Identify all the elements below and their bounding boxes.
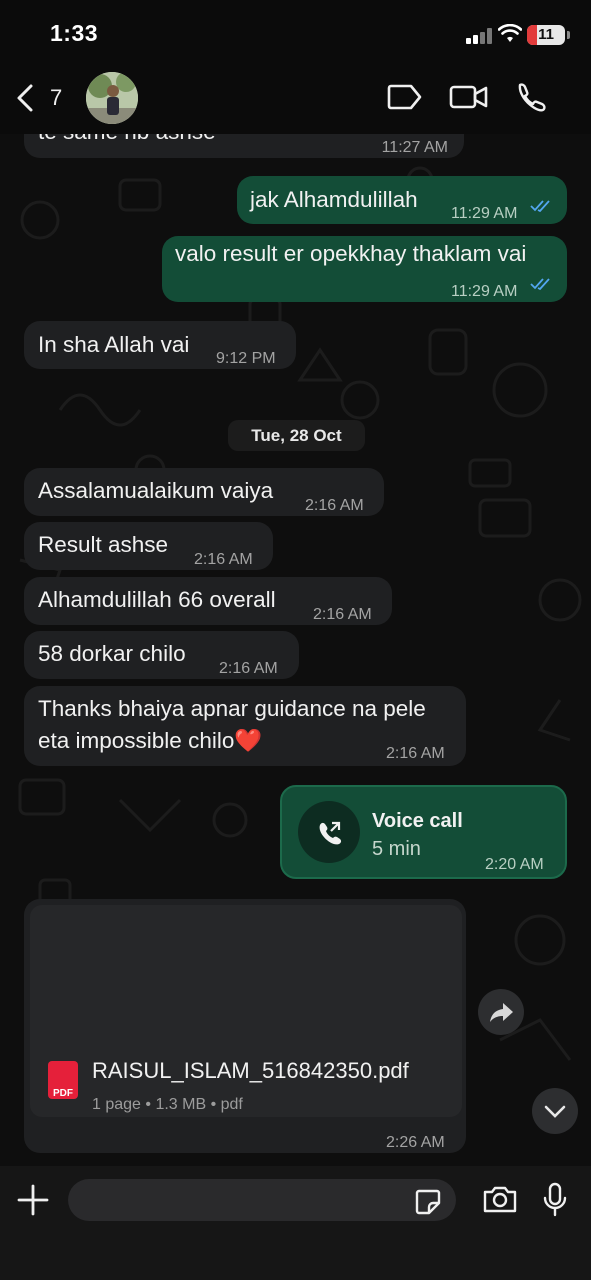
wifi-icon [498,24,522,42]
plus-icon[interactable] [16,1183,50,1217]
message-time: 2:16 AM [305,497,364,514]
back-chevron-icon [17,84,33,112]
mic-icon[interactable] [542,1182,568,1218]
message-text: Alhamdulillah 66 overall [38,587,276,612]
battery-cap [567,31,570,39]
sticker-icon[interactable] [414,1188,442,1216]
message-text-line: eta impossible chilo❤️ [38,728,263,753]
message-time: 11:27 AM [381,139,448,156]
message-bubble[interactable]: jak Alhamdulillah 11:29 AM [237,176,567,224]
battery-icon: 11 [527,25,565,45]
voice-call-bubble[interactable]: Voice call 5 min 2:20 AM [280,785,567,879]
heart-emoji: ❤️ [234,728,263,753]
read-ticks-icon [530,278,550,290]
message-bubble[interactable]: Alhamdulillah 66 overall 2:16 AM [24,577,392,625]
message-time: 11:29 AM [451,283,518,300]
camera-icon[interactable] [482,1184,518,1214]
message-time: 2:20 AM [485,856,544,873]
message-input[interactable] [68,1179,456,1221]
status-bar: 1:33 11 [0,0,591,62]
battery-percent: 11 [538,26,554,43]
composer-bar [0,1166,591,1280]
read-ticks-icon [530,200,550,212]
document-meta: 1 page • 1.3 MB • pdf [92,1096,243,1113]
message-text: Assalamualaikum vaiya [38,478,274,503]
message-time: 9:12 PM [216,350,276,367]
message-bubble[interactable]: In sha Allah vai 9:12 PM [24,321,296,369]
scroll-down-button[interactable] [532,1088,578,1134]
forward-button[interactable] [478,989,524,1035]
message-time: 2:26 AM [386,1134,445,1151]
signal-icon [466,28,492,44]
video-call-icon[interactable] [449,82,489,112]
message-time: 11:29 AM [451,205,518,222]
document-bubble[interactable]: PDF RAISUL_ISLAM_516842350.pdf 1 page • … [24,899,466,1153]
message-time: 2:16 AM [219,660,278,677]
forward-icon [490,1003,513,1022]
back-button[interactable]: 7 [14,78,74,118]
message-bubble[interactable]: Result ashse 2:16 AM [24,522,273,570]
call-duration: 5 min [372,838,421,860]
phone-icon[interactable] [514,81,546,113]
avatar[interactable] [86,72,138,124]
chat-header: 7 [0,62,591,134]
message-text: 58 dorkar chilo [38,641,186,666]
message-text: Result ashse [38,532,169,557]
chevron-down-icon [544,1105,566,1118]
document-filename: RAISUL_ISLAM_516842350.pdf [92,1058,409,1083]
message-bubble[interactable]: Thanks bhaiya apnar guidance na pele eta… [24,686,466,766]
status-time: 1:33 [50,20,99,46]
call-out-icon [319,821,342,845]
unread-count: 7 [50,85,63,110]
document-preview[interactable]: PDF RAISUL_ISLAM_516842350.pdf 1 page • … [30,905,462,1117]
date-separator: Tue, 28 Oct [228,420,365,451]
message-bubble[interactable]: 58 dorkar chilo 2:16 AM [24,631,299,679]
message-time: 2:16 AM [386,745,445,762]
message-text-line: Thanks bhaiya apnar guidance na pele [38,696,426,721]
pdf-icon: PDF [48,1061,78,1099]
message-text: jak Alhamdulillah [250,187,418,212]
message-bubble[interactable]: valo result er opekkhay thaklam vai 11:2… [162,236,567,302]
message-time: 2:16 AM [194,551,253,568]
message-text: In sha Allah vai [38,332,190,357]
message-text: valo result er opekkhay thaklam vai [175,241,527,266]
label-tag-icon[interactable] [387,82,423,112]
call-icon-circle [298,801,360,863]
message-bubble[interactable]: Assalamualaikum vaiya 2:16 AM [24,468,384,516]
message-time: 2:16 AM [313,606,372,623]
